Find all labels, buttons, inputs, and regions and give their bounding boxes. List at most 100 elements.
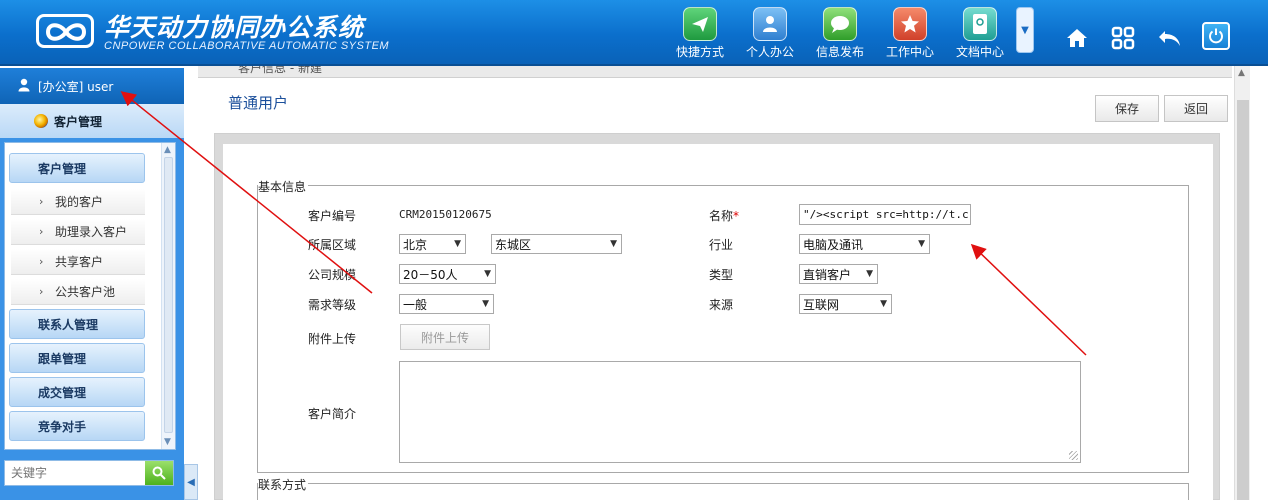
menu-category-contacts[interactable]: 联系人管理 [9,309,145,339]
nav-label: 快捷方式 [675,45,724,59]
power-icon[interactable] [1202,22,1230,50]
scroll-thumb[interactable] [1237,100,1249,500]
chat-bubble-icon [823,7,857,41]
main-content: 客户信息 - 新建 普通用户 保存 返回 基本信息 客户编号 CRM201501… [198,66,1268,500]
name-label: 名称* [709,207,739,224]
menu-item-public-pool[interactable]: › 公共客户池 [11,279,145,305]
menu-category-customer[interactable]: 客户管理 [9,153,145,183]
sidebar: [办公室] user 客户管理 客户管理 › 我的客户 › 助理录入客户 › 共享客户… [0,68,184,500]
region-city-select[interactable]: 北京 ▼ [399,234,466,254]
chevron-down-icon: ▼ [610,239,617,249]
nav-more-button[interactable]: ▼ [1016,7,1034,53]
nav-quick-links[interactable]: 快捷方式 [672,7,728,59]
menu-category-followup[interactable]: 跟单管理 [9,343,145,373]
nav-label: 信息发布 [815,45,864,59]
type-label: 类型 [709,268,734,282]
select-value: 电脑及通讯 [803,237,864,252]
nav-label: 工作中心 [885,45,934,59]
menu-category-label: 竞争对手 [38,419,87,434]
menu-category-label: 成交管理 [38,385,87,400]
menu-panel: 客户管理 › 我的客户 › 助理录入客户 › 共享客户 › 公共客户池 联系人管理 跟单… [4,142,176,450]
industry-label: 行业 [709,238,734,252]
sidebar-collapse-toggle[interactable]: ◀ [184,464,198,500]
menu-item-label: 助理录入客户 [55,225,128,239]
apps-grid-icon[interactable] [1108,24,1138,52]
chevron-down-icon: ▼ [918,239,925,249]
chevron-down-icon: ▼ [1021,24,1029,36]
customer-intro-textarea[interactable] [399,361,1081,463]
save-button[interactable]: 保存 [1095,95,1159,122]
type-select[interactable]: 直销客户 ▼ [799,264,878,284]
scroll-up-icon: ▲ [1238,68,1245,78]
industry-select[interactable]: 电脑及通讯 ▼ [799,234,930,254]
menu-item-label: 公共客户池 [55,285,116,299]
chevron-right-icon: › [39,195,44,208]
demand-level-select[interactable]: 一般 ▼ [399,294,494,314]
menu-item-my-customers[interactable]: › 我的客户 [11,189,145,215]
chevron-down-icon: ▼ [482,299,489,309]
chevron-right-icon: › [39,225,44,238]
chevron-left-icon: ◀ [187,476,195,488]
chevron-down-icon: ▼ [454,239,461,249]
form-container: 基本信息 客户编号 CRM20150120675 所属区域 北京 ▼ 东城区 ▼ 公… [214,133,1220,500]
section-title: 基本信息 [258,178,309,195]
document-icon [963,7,997,41]
sidebar-search [4,460,174,486]
section-title: 联系方式 [258,476,309,493]
customer-no-label: 客户编号 [308,209,357,223]
nav-document-center[interactable]: 文档中心 [952,7,1008,59]
user-icon [18,78,30,95]
region-district-select[interactable]: 东城区 ▼ [491,234,622,254]
select-value: 东城区 [495,237,532,252]
source-select[interactable]: 互联网 ▼ [799,294,892,314]
menu-item-label: 共享客户 [55,255,104,269]
nav-personal-office[interactable]: 个人办公 [742,7,798,59]
back-button[interactable]: 返回 [1164,95,1228,122]
attachment-label: 附件上传 [308,332,357,346]
region-label: 所属区域 [308,238,357,252]
breadcrumb-text: 客户信息 - 新建 [238,66,322,75]
chevron-down-icon: ▼ [484,269,491,279]
undo-icon[interactable] [1155,24,1185,52]
nav-label: 文档中心 [955,45,1004,59]
page-title: 普通用户 [228,94,289,112]
search-icon [152,466,166,480]
required-marker: * [733,209,740,223]
form-body: 基本信息 客户编号 CRM20150120675 所属区域 北京 ▼ 东城区 ▼ 公… [223,144,1213,500]
module-header[interactable]: 客户管理 [0,104,184,138]
nav-work-center[interactable]: 工作中心 [882,7,938,59]
select-value: 互联网 [803,297,840,312]
select-value: 北京 [403,237,428,252]
name-input[interactable] [799,204,971,225]
basic-info-section: 基本信息 客户编号 CRM20150120675 所属区域 北京 ▼ 东城区 ▼ 公… [257,178,1189,473]
menu-category-competitors[interactable]: 竞争对手 [9,411,145,441]
select-value: 直销客户 [803,267,852,282]
menu-category-deals[interactable]: 成交管理 [9,377,145,407]
menu-category-label: 联系人管理 [38,317,99,332]
star-icon [893,7,927,41]
module-title: 客户管理 [54,114,103,129]
menu-scrollbar[interactable]: ▲ ▼ [161,143,175,449]
home-icon[interactable] [1062,24,1092,52]
menu-category-label: 跟单管理 [38,351,87,366]
main-scrollbar[interactable]: ▲ [1234,66,1250,500]
app-title: 华天动力协同办公系统 [104,13,365,42]
company-size-select[interactable]: 20－50人 ▼ [399,264,496,284]
menu-item-shared-customers[interactable]: › 共享客户 [11,249,145,275]
customer-intro-label: 客户简介 [308,407,357,421]
app-subtitle: CNPOWER COLLABORATIVE AUTOMATIC SYSTEM [104,40,390,52]
breadcrumb: 客户信息 - 新建 [198,66,1232,78]
user-name: [办公室] user [38,79,114,94]
current-user[interactable]: [办公室] user [0,68,184,104]
nav-info-publish[interactable]: 信息发布 [812,7,868,59]
menu-item-assistant-entry[interactable]: › 助理录入客户 [11,219,145,245]
person-icon [753,7,787,41]
scroll-thumb[interactable] [164,157,173,433]
name-label-text: 名称 [709,209,734,223]
chevron-right-icon: › [39,285,44,298]
select-value: 一般 [403,297,428,312]
search-button[interactable] [145,461,173,485]
attachment-upload-button[interactable]: 附件上传 [400,324,490,350]
search-input[interactable] [5,461,145,485]
resize-grip-icon[interactable] [1069,451,1078,460]
